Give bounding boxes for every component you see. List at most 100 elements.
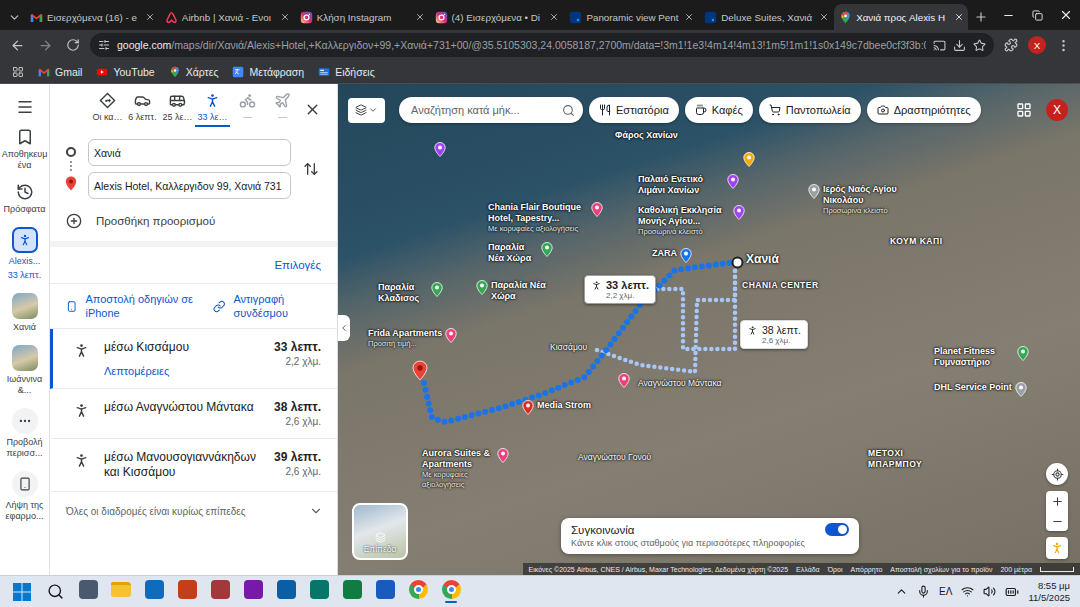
taskbar-app[interactable] [109, 577, 133, 607]
rail-item[interactable]: Αποθηκευμένα [1, 128, 49, 171]
address-bar[interactable]: google.com/maps/dir/Χανιά/Alexis+Hotel,+… [90, 33, 994, 57]
map-label[interactable]: Planet Fitness Γυμναστήριο [934, 346, 1029, 368]
travel-mode[interactable]: 33 λε… [195, 92, 230, 127]
close-tab-icon[interactable] [415, 12, 425, 22]
tab-search-button[interactable] [4, 4, 24, 30]
place-pin-icon[interactable] [434, 142, 446, 157]
start-button[interactable] [10, 577, 34, 607]
new-tab-button[interactable] [969, 4, 993, 30]
forward-button[interactable] [34, 34, 56, 56]
copy-link[interactable]: Αντιγραφή συνδέσμου [213, 292, 323, 320]
browser-tab[interactable]: Κλήση Instagram [295, 4, 429, 30]
mic-icon[interactable] [917, 585, 930, 598]
street-view-button[interactable] [1046, 537, 1068, 559]
bookmark[interactable]: Μετάφραση [232, 66, 304, 78]
map-label[interactable]: ΜΕΤΟΧΙ ΜΠΑΡΜΠΟΥ [868, 448, 938, 470]
map-label[interactable]: Χανιά [746, 252, 779, 266]
map-label[interactable]: Αναγνώστου Μάντακα [638, 378, 722, 389]
taskbar-app[interactable] [307, 577, 331, 607]
details-link[interactable]: Λεπτομέρειες [104, 365, 266, 377]
map-pin[interactable] [618, 373, 630, 388]
taskbar-app[interactable] [76, 577, 100, 607]
collapse-panel-button[interactable] [338, 315, 350, 341]
place-pin-icon[interactable] [808, 184, 820, 199]
route-option[interactable]: μέσω Μανουσογιαννάκηδων και Κισσάμου39 λ… [50, 439, 337, 492]
options-link[interactable]: Επιλογές [274, 259, 321, 271]
travel-mode[interactable]: 25 λε… [160, 92, 195, 127]
menu-icon[interactable] [16, 98, 34, 116]
routes-footer[interactable]: Όλες οι διαδρομές είναι κυρίως επίπεδες [50, 492, 337, 530]
taskbar-app[interactable] [274, 577, 298, 607]
add-destination[interactable]: Προσθήκη προορισμού [50, 203, 337, 247]
menu-button[interactable] [1052, 34, 1074, 56]
map-label[interactable]: Ιερός Ναός Αγίου ΝικολάουΠροσωρινά κλεισ… [808, 184, 915, 216]
travel-mode[interactable]: Οι κα… [90, 92, 125, 127]
place-pin-icon[interactable] [1015, 382, 1027, 397]
map-label[interactable]: ΚΟΥΜ ΚΑΠΙ [890, 236, 943, 247]
rail-item[interactable]: Χανιά [1, 293, 49, 333]
category-chip[interactable]: Δραστηριότητες [867, 97, 981, 123]
browser-tab[interactable]: Χανιά προς Alexis H [834, 4, 968, 30]
input-language[interactable]: ΕΛ [939, 586, 952, 597]
wifi-icon[interactable] [961, 585, 974, 598]
taskbar-app[interactable] [208, 577, 232, 607]
zoom-in-button[interactable] [1051, 491, 1064, 511]
zoom-out-button[interactable] [1051, 511, 1064, 531]
attribution-item[interactable]: Απόρρητο [850, 566, 882, 573]
taskbar-app[interactable] [241, 577, 265, 607]
route-option[interactable]: μέσω ΚισσάμουΛεπτομέρειες33 λεπτ.2,2 χλμ… [50, 329, 337, 389]
map-label[interactable]: Κισσάμου [550, 342, 587, 353]
cast-icon[interactable] [933, 39, 946, 52]
browser-tab[interactable]: Airbnb | Χανιά - Ενοι [160, 4, 294, 30]
place-pin-icon[interactable] [476, 280, 488, 295]
rail-item[interactable]: Ιωάννινα &... [1, 345, 49, 396]
travel-mode[interactable]: — [265, 92, 300, 127]
map-label[interactable]: Παραλία Νέα Χώρα [476, 280, 551, 302]
rail-item[interactable]: Πρόσφατα [1, 183, 49, 215]
browser-tab[interactable]: Panoramic view Pent [564, 4, 698, 30]
rail-item[interactable]: Προβολή περισσ... [1, 408, 49, 459]
place-pin-icon[interactable] [733, 205, 745, 220]
view-toggle[interactable] [348, 98, 385, 123]
rail-item[interactable]: Alexis...33 λεπτ. [1, 227, 49, 281]
close-tab-icon[interactable] [819, 12, 829, 22]
place-pin-icon[interactable] [727, 174, 739, 189]
map-label[interactable]: Chania Flair Boutique Hotel, Tapestry...… [488, 202, 603, 234]
close-tab-icon[interactable] [954, 12, 964, 22]
volume-icon[interactable] [983, 585, 996, 598]
taskbar-app[interactable] [439, 577, 463, 607]
clock[interactable]: 8:55 μμ11/5/2025 [1028, 580, 1070, 604]
map-label[interactable]: ZARA [652, 248, 692, 263]
map-label[interactable]: Φάρος Χανίων [615, 130, 678, 141]
bookmark[interactable]: Ειδήσεις [318, 66, 375, 78]
map-profile-avatar[interactable]: X [1046, 99, 1068, 121]
hidden-icons-icon[interactable] [895, 585, 908, 598]
layers-button[interactable]: Επίπεδα [352, 503, 408, 560]
map-label[interactable]: DHL Service Point [934, 382, 1027, 397]
battery-icon[interactable] [1005, 585, 1019, 599]
rail-item[interactable]: Λήψη της εφαρμο... [1, 471, 49, 522]
map-label[interactable]: Media Strom [522, 400, 591, 415]
map-label[interactable]: Παραλία Νέα Χώρα [488, 242, 553, 264]
close-tab-icon[interactable] [549, 12, 559, 22]
bookmark[interactable]: Gmail [38, 66, 82, 78]
travel-mode[interactable]: 6 λεπτ. [125, 92, 160, 127]
route-callout[interactable]: 33 λεπτ.2,2 χλμ. [584, 275, 656, 304]
browser-tab[interactable]: Εισερχόμενα (16) - e [25, 4, 159, 30]
close-directions-button[interactable] [301, 99, 323, 121]
origin-input[interactable]: Χανιά [88, 139, 291, 166]
attribution-item[interactable]: Ελλάδα [796, 566, 820, 573]
map-label[interactable]: Aurora Suites & ApartmentsΜε κορυφαίες α… [422, 448, 509, 490]
category-chip[interactable]: Παντοπωλεία [759, 97, 861, 123]
travel-mode[interactable]: — [230, 92, 265, 127]
taskbar-app[interactable] [175, 577, 199, 607]
category-chip[interactable]: Εστιατόρια [589, 97, 679, 123]
close-tab-icon[interactable] [280, 12, 290, 22]
apps-icon[interactable] [12, 66, 24, 78]
back-button[interactable] [6, 34, 28, 56]
transit-toggle[interactable] [825, 523, 849, 536]
attribution-item[interactable]: Όροι [828, 566, 843, 573]
map-label[interactable]: Αναγνώστου Γονού [578, 452, 651, 463]
place-pin-icon[interactable] [680, 248, 692, 263]
browser-tab[interactable]: (4) Εισερχόμενα • Di [430, 4, 564, 30]
